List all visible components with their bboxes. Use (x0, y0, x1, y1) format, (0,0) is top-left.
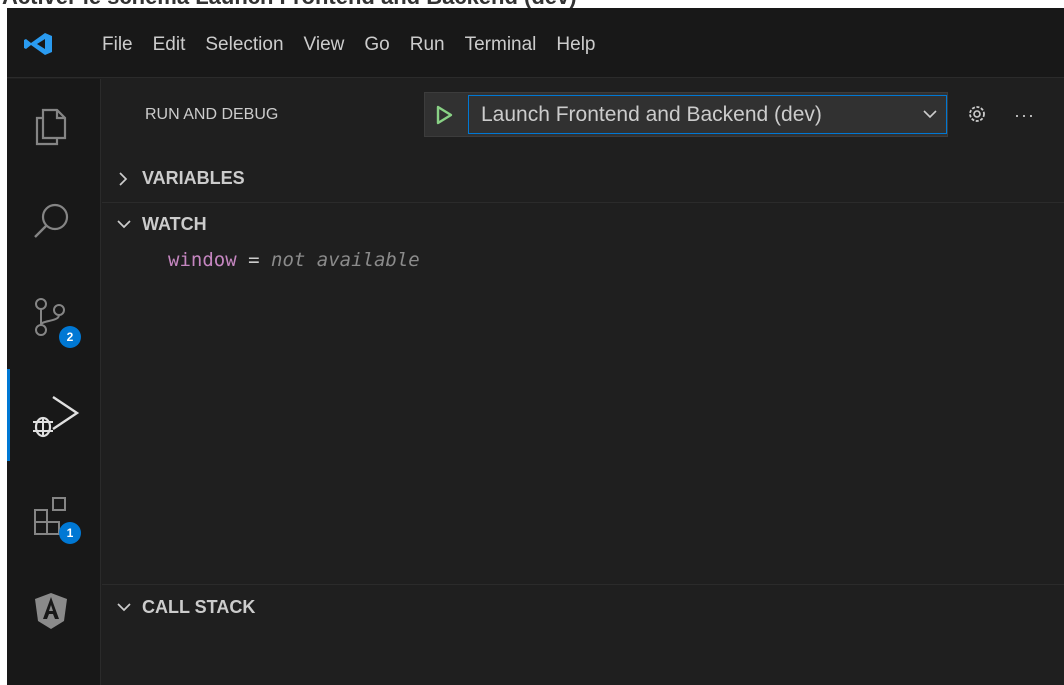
menu-bar: File Edit Selection View Go Run Terminal… (92, 32, 606, 58)
section-divider (102, 584, 1064, 585)
menu-file[interactable]: File (92, 32, 143, 58)
watch-section-header[interactable]: WATCH (102, 204, 1064, 246)
gear-icon[interactable] (966, 103, 988, 125)
watch-expression-name: window (168, 249, 237, 271)
chevron-down-icon (117, 603, 131, 612)
menu-view[interactable]: View (294, 32, 355, 58)
variables-section-header[interactable]: VARIABLES (102, 158, 1064, 200)
launch-config-label: Launch Frontend and Backend (dev) (481, 103, 822, 126)
activity-search[interactable] (7, 179, 101, 265)
launch-config-bar: Launch Frontend and Backend (dev) (424, 92, 948, 137)
call-stack-section-header[interactable]: CALL STACK (102, 587, 1064, 629)
call-stack-label: CALL STACK (142, 597, 256, 617)
angular-icon (35, 593, 67, 629)
chevron-down-icon (923, 110, 937, 119)
activity-angular[interactable] (7, 569, 101, 655)
menu-run[interactable]: Run (400, 32, 455, 58)
watch-expression-value: not available (271, 249, 420, 271)
launch-config-select[interactable]: Launch Frontend and Backend (dev) (468, 95, 947, 134)
activity-explorer[interactable] (7, 84, 101, 170)
source-control-badge: 2 (59, 326, 81, 348)
activity-bar: 2 1 (7, 79, 101, 685)
activity-extensions[interactable]: 1 (7, 474, 101, 560)
menu-edit[interactable]: Edit (143, 32, 196, 58)
menu-go[interactable]: Go (354, 32, 399, 58)
view-title: RUN AND DEBUG (145, 106, 279, 123)
menu-help[interactable]: Help (546, 32, 605, 58)
run-and-debug-view: RUN AND DEBUG Launch Frontend and Backen… (102, 79, 1064, 685)
activity-source-control[interactable]: 2 (7, 274, 101, 360)
variables-label: VARIABLES (142, 168, 245, 188)
section-divider (102, 202, 1064, 203)
vscode-window: File Edit Selection View Go Run Terminal… (7, 8, 1064, 685)
watch-label: WATCH (142, 214, 207, 234)
chevron-down-icon (117, 220, 131, 229)
chevron-right-icon (119, 172, 128, 186)
watch-expression-operator: = (248, 249, 260, 271)
menu-selection[interactable]: Selection (195, 32, 293, 58)
page-caption: Activer le schéma Launch Frontend and Ba… (0, 0, 1064, 9)
watch-expression[interactable]: window = not available (168, 249, 420, 271)
files-icon (35, 108, 67, 146)
extensions-badge: 1 (59, 522, 81, 544)
activity-run-and-debug[interactable] (7, 369, 101, 461)
run-debug-icon (33, 396, 80, 438)
menu-terminal[interactable]: Terminal (455, 32, 547, 58)
title-bar: File Edit Selection View Go Run Terminal… (7, 8, 1064, 78)
search-icon (34, 203, 69, 238)
vscode-logo-icon (24, 33, 52, 55)
start-debugging-icon[interactable] (433, 104, 455, 126)
more-actions-icon[interactable]: ··· (1014, 105, 1035, 126)
